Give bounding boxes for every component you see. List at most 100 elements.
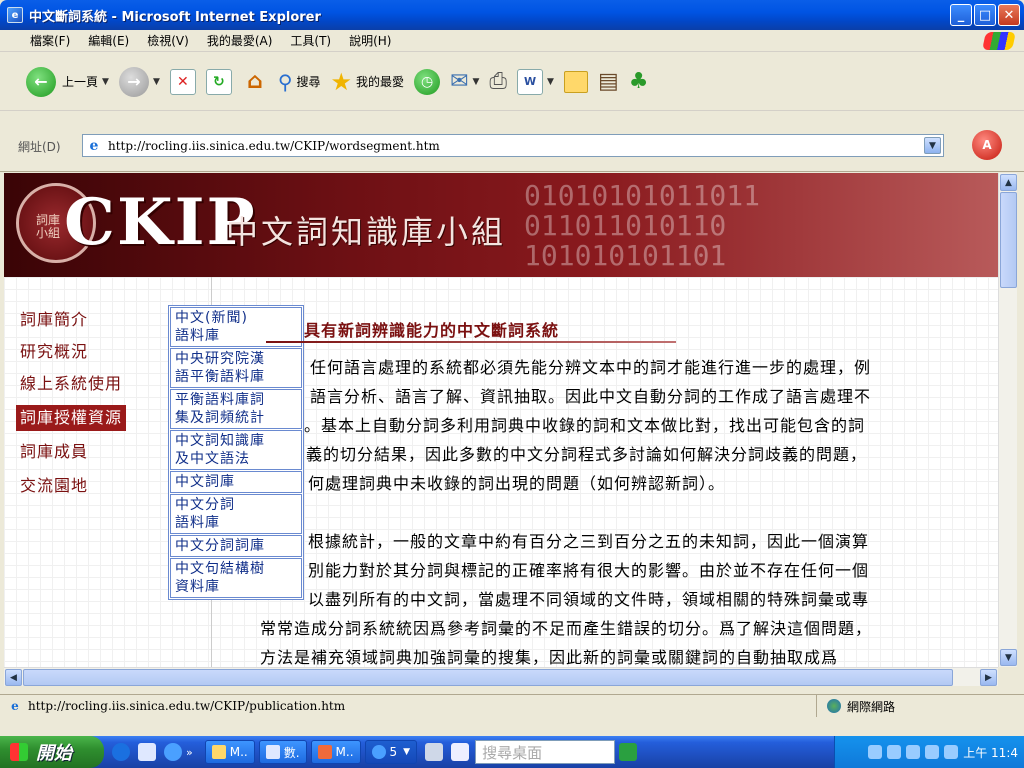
submenu-item-segmented-corpus[interactable]: 中文分詞 語料庫 xyxy=(170,494,302,534)
nav-item-intro[interactable]: 詞庫簡介 xyxy=(20,307,88,333)
submenu-item-line: 集及詞頻統計 xyxy=(175,410,265,426)
logo-mark: 詞庫小組 xyxy=(35,213,60,240)
submenu-item-word-frequency[interactable]: 平衡語料庫詞 集及詞頻統計 xyxy=(170,389,302,429)
scroll-left-button[interactable]: ◀ xyxy=(5,669,22,686)
mail-dropdown-icon[interactable]: ▼ xyxy=(473,77,480,87)
submenu-item-line: 語料庫 xyxy=(175,328,220,344)
taskbar-item-m1[interactable]: M.. xyxy=(204,740,255,764)
taskbar-item-m2[interactable]: M.. xyxy=(310,740,361,764)
security-zone: 網際網路 xyxy=(816,695,895,717)
tray-network2-icon[interactable] xyxy=(906,745,921,759)
submenu-item-lexicon[interactable]: 中文詞庫 xyxy=(170,471,302,493)
menu-help[interactable]: 說明(H) xyxy=(349,32,391,49)
task-icon xyxy=(265,745,280,759)
browser-window: e 中文斷詞系統 - Microsoft Internet Explorer _… xyxy=(0,0,1024,736)
taskbar: 開始 » M.. 數. M.. 5 ▼ 搜尋桌面 上午 11:4 xyxy=(0,736,1024,768)
article-line: 任何語言處理的系統都必須先能分辨文本中的詞才能進行進一步的處理，例 xyxy=(310,358,872,377)
home-button[interactable]: ⌂ xyxy=(242,69,268,95)
scroll-up-button[interactable]: ▲ xyxy=(1000,174,1017,191)
submenu-item-sinica-corpus[interactable]: 中央研究院漢 語平衡語料庫 xyxy=(170,348,302,388)
edit-button[interactable]: W ▼ xyxy=(517,68,554,95)
nav-item-forum[interactable]: 交流園地 xyxy=(20,473,88,499)
ie-page-icon: e xyxy=(89,137,99,154)
mail-button[interactable]: ✉ ▼ xyxy=(450,69,479,94)
notes-button[interactable] xyxy=(563,70,588,93)
group-dropdown-icon[interactable]: ▼ xyxy=(403,747,410,757)
ie-quicklaunch-icon[interactable] xyxy=(164,743,182,761)
desktop-search-input[interactable]: 搜尋桌面 xyxy=(475,740,616,764)
media-player-icon[interactable] xyxy=(112,743,130,761)
submenu-item-treebank[interactable]: 中文句結構樹 資料庫 xyxy=(170,558,302,598)
minimize-button[interactable]: _ xyxy=(950,4,972,26)
scroll-right-button[interactable]: ▶ xyxy=(980,669,997,686)
submenu-item-line: 語平衡語料庫 xyxy=(175,369,265,385)
pdf-icon[interactable]: A xyxy=(972,130,1002,160)
forward-button[interactable]: → ▼ xyxy=(118,66,160,97)
history-button[interactable]: ◷ xyxy=(414,68,441,95)
menu-bar: 檔案(F) 編輯(E) 檢視(V) 我的最愛(A) 工具(T) 說明(H) xyxy=(0,30,1024,52)
back-dropdown-icon[interactable]: ▼ xyxy=(102,77,109,87)
menu-tools[interactable]: 工具(T) xyxy=(290,32,331,49)
article-line: 方法是補充領域詞典加強詞彙的搜集，因此新的詞彙或關鍵詞的自動抽取成爲 xyxy=(260,648,839,667)
nav-item-online-systems[interactable]: 線上系統使用 xyxy=(20,371,122,397)
submenu-item-segmentation-lexicon[interactable]: 中文分詞詞庫 xyxy=(170,535,302,557)
close-button[interactable]: ✕ xyxy=(998,4,1020,26)
nav-item-licensing[interactable]: 詞庫授權資源 xyxy=(16,405,127,431)
article-line: 語言分析、語言了解、資訊抽取。因此中文自動分詞的工作成了語言處理不 xyxy=(310,387,872,406)
search-label: 搜尋 xyxy=(296,75,321,89)
stop-button[interactable]: ✕ xyxy=(169,68,196,95)
refresh-button[interactable]: ↻ xyxy=(205,68,232,95)
menu-favorites[interactable]: 我的最愛(A) xyxy=(207,32,273,49)
research-button[interactable]: ▤ xyxy=(598,69,619,94)
banner-binary-pattern: 01010101011011 011011010110 101010101101 xyxy=(524,179,761,272)
deskbar-go-icon[interactable] xyxy=(619,743,638,761)
tray-user-icon[interactable] xyxy=(944,745,959,759)
page-body: 詞庫簡介 研究概況 線上系統使用 詞庫授權資源 詞庫成員 交流園地 中文(新聞)… xyxy=(4,277,998,667)
article-line: 何處理詞典中未收錄的詞出現的問題（如何辨認新詞）。 xyxy=(308,474,726,493)
maximize-button[interactable]: □ xyxy=(974,4,996,26)
back-button[interactable]: ← 上一頁 ▼ xyxy=(26,66,109,97)
menu-file[interactable]: 檔案(F) xyxy=(30,32,70,49)
menu-view[interactable]: 檢視(V) xyxy=(147,32,189,49)
forward-arrow-icon: → xyxy=(118,66,149,97)
favorites-button[interactable]: ★ 我的最愛 xyxy=(331,68,405,96)
nav-item-members[interactable]: 詞庫成員 xyxy=(20,439,88,465)
start-button[interactable]: 開始 xyxy=(0,736,104,768)
submenu-item-line: 中文句結構樹 xyxy=(175,561,265,577)
scroll-down-button[interactable]: ▼ xyxy=(1000,649,1017,666)
quicklaunch-more-icon[interactable]: » xyxy=(186,746,193,759)
taskbar-item-data[interactable]: 數. xyxy=(258,740,307,764)
pen-icon[interactable] xyxy=(451,743,470,761)
horizontal-scroll-thumb[interactable] xyxy=(23,669,953,686)
globe-icon xyxy=(827,699,841,713)
address-bar: 網址(D) e http://rocling.iis.sinica.edu.tw… xyxy=(0,112,1024,172)
vertical-scrollbar[interactable]: ▲ ▼ xyxy=(998,173,1017,667)
tray-back-icon[interactable] xyxy=(868,745,883,759)
tray-network-icon[interactable] xyxy=(887,745,902,759)
address-input[interactable]: e http://rocling.iis.sinica.edu.tw/CKIP/… xyxy=(82,134,944,157)
messenger-button[interactable]: ♣ xyxy=(629,69,649,94)
keyboard-icon[interactable] xyxy=(425,743,444,761)
forward-dropdown-icon[interactable]: ▼ xyxy=(153,77,160,87)
nav-item-research[interactable]: 研究概況 xyxy=(20,339,88,365)
stop-icon: ✕ xyxy=(169,68,196,95)
address-url: http://rocling.iis.sinica.edu.tw/CKIP/wo… xyxy=(108,138,440,153)
article-line: 根據統計，一般的文章中約有百分之三到百分之五的未知詞，因此一個演算 xyxy=(308,532,870,551)
ie-app-icon: e xyxy=(7,7,23,23)
horizontal-scrollbar[interactable]: ◀ ▶ xyxy=(4,667,998,686)
title-bar[interactable]: e 中文斷詞系統 - Microsoft Internet Explorer _… xyxy=(0,0,1024,30)
edit-dropdown-icon[interactable]: ▼ xyxy=(547,77,554,87)
vertical-scroll-thumb[interactable] xyxy=(1000,192,1017,288)
submenu-item-line: 中央研究院漢 xyxy=(175,351,265,367)
address-dropdown-icon[interactable]: ▼ xyxy=(924,137,941,154)
search-button[interactable]: ⚲ 搜尋 xyxy=(278,70,321,94)
menu-edit[interactable]: 編輯(E) xyxy=(88,32,129,49)
submenu-item-line: 中文(新聞) xyxy=(175,310,248,326)
show-desktop-icon[interactable] xyxy=(138,743,156,761)
submenu-item-knowledge-base[interactable]: 中文詞知識庫 及中文語法 xyxy=(170,430,302,470)
print-button[interactable]: ⎙ xyxy=(489,69,507,94)
taskbar-item-ie-group[interactable]: 5 ▼ xyxy=(364,740,418,764)
word-icon: W xyxy=(517,68,544,95)
tray-search-icon[interactable] xyxy=(925,745,940,759)
heading-underline xyxy=(266,341,676,343)
